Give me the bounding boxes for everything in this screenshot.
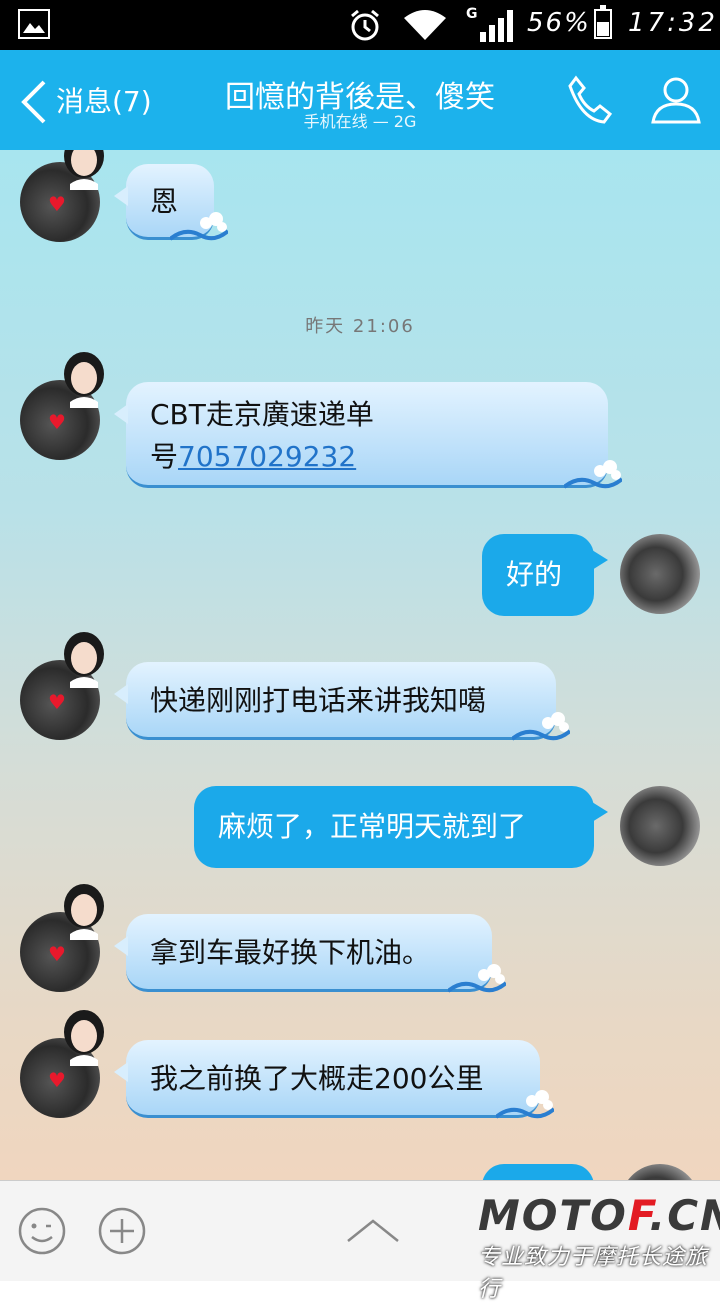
- message-bubble-in[interactable]: 拿到车最好换下机油。: [114, 914, 506, 993]
- signal-icon: [480, 10, 513, 42]
- my-avatar[interactable]: [620, 786, 700, 866]
- battery-icon: [594, 5, 612, 39]
- watermark-tagline: 专业致力于摩托长途旅行: [478, 1245, 709, 1302]
- message-bubble-in[interactable]: 我之前换了大概走200公里: [114, 1040, 554, 1119]
- profile-icon[interactable]: [650, 74, 702, 126]
- message-bubble-out[interactable]: 好的: [482, 534, 608, 616]
- message-bubble-in[interactable]: CBT走京廣速递单 号7057029232: [114, 382, 622, 489]
- my-avatar[interactable]: [620, 534, 700, 614]
- status-bar: G 56% 17:32: [0, 0, 720, 50]
- plus-icon[interactable]: [98, 1207, 146, 1255]
- contact-avatar[interactable]: ♥: [20, 352, 104, 460]
- wave-decoration-icon: [170, 212, 228, 241]
- clock: 17:32: [628, 8, 718, 38]
- alarm-icon: [351, 9, 379, 41]
- heart-icon: ♥: [48, 1068, 66, 1092]
- contact-status: 手机在线 — 2G: [303, 112, 417, 131]
- girl-sticker-icon: [64, 632, 104, 688]
- wave-decoration-icon: [564, 460, 622, 489]
- message-text: 号: [150, 440, 179, 473]
- girl-sticker-icon: [64, 150, 104, 190]
- heart-icon: ♥: [48, 942, 66, 966]
- wave-decoration-icon: [512, 712, 570, 741]
- message-bubble-in[interactable]: 快递刚刚打电话来讲我知噶: [114, 662, 570, 741]
- girl-sticker-icon: [64, 352, 104, 408]
- input-toolbar: MOTOF.CN 专业致力于摩托长途旅行: [0, 1180, 720, 1302]
- contact-avatar[interactable]: ♥: [20, 1010, 104, 1118]
- message-text: 好的: [506, 558, 563, 591]
- wave-decoration-icon: [496, 1090, 554, 1119]
- back-button[interactable]: 消息(7): [56, 80, 152, 120]
- heart-icon: ♥: [48, 192, 66, 216]
- phone-call-icon[interactable]: [564, 74, 614, 126]
- message-bubble-in[interactable]: 恩: [114, 164, 228, 241]
- message-text: 麻烦了，正常明天就到了: [218, 810, 527, 843]
- contact-avatar[interactable]: ♥: [20, 632, 104, 740]
- message-bubble-out[interactable]: 麻烦了，正常明天就到了: [194, 786, 608, 868]
- message-text: 快递刚刚打电话来讲我知噶: [150, 684, 487, 717]
- message-text: CBT走京廣速递单: [150, 398, 374, 431]
- heart-icon: ♥: [48, 410, 66, 434]
- emoji-icon[interactable]: [18, 1207, 66, 1255]
- watermark-logo: MOTOF.CN: [478, 1191, 720, 1240]
- watermark: MOTOF.CN 专业致力于摩托长途旅行: [478, 1191, 720, 1302]
- tracking-number-link[interactable]: 7057029232: [178, 440, 356, 473]
- battery-percent: 56%: [527, 8, 591, 38]
- message-text: 拿到车最好换下机油。: [150, 936, 431, 969]
- timestamp: 昨天 21:06: [305, 316, 415, 337]
- image-notification-icon: [18, 9, 50, 39]
- wave-decoration-icon: [448, 964, 506, 993]
- wifi-icon: [404, 10, 446, 40]
- network-type-label: G: [466, 6, 478, 22]
- message-bubble-out[interactable]: [482, 1164, 594, 1180]
- back-arrow-icon[interactable]: [20, 80, 48, 124]
- my-avatar[interactable]: [620, 1164, 700, 1180]
- contact-avatar[interactable]: ♥: [20, 884, 104, 992]
- chat-area[interactable]: ♥ 恩 昨天 21:06 ♥ CBT走京廣速递单 号7057029232 好的: [0, 150, 720, 1180]
- chat-header: 消息(7) 回憶的背後是、傻笑 手机在线 — 2G: [0, 50, 720, 150]
- girl-sticker-icon: [64, 884, 104, 940]
- message-text: 我之前换了大概走200公里: [150, 1062, 484, 1095]
- heart-icon: ♥: [48, 690, 66, 714]
- girl-sticker-icon: [64, 1010, 104, 1066]
- chevron-up-icon[interactable]: [346, 1217, 400, 1245]
- contact-avatar[interactable]: ♥: [20, 150, 104, 242]
